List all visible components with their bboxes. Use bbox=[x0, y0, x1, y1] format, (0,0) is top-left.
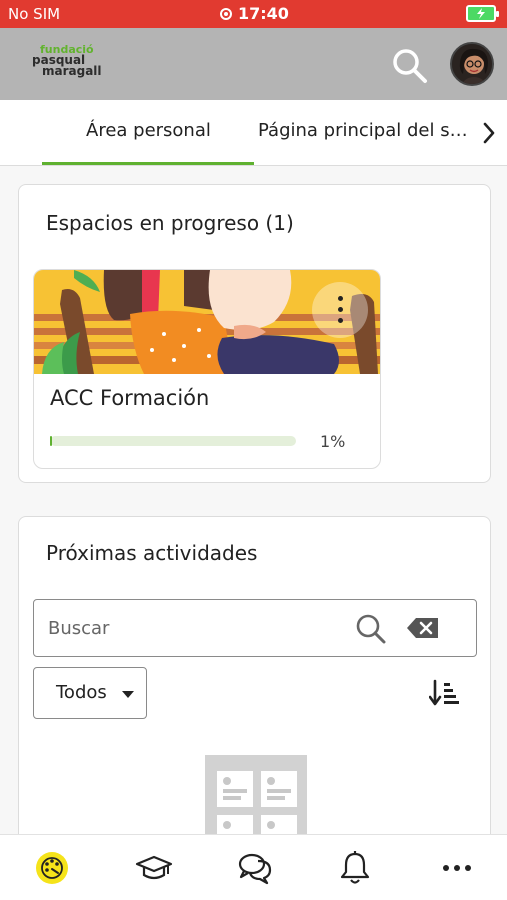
tab-pagina-principal[interactable]: Página principal del si... bbox=[258, 120, 468, 141]
search-icon[interactable] bbox=[354, 612, 388, 646]
alarm-icon bbox=[220, 7, 232, 20]
logo-line-3: maragall bbox=[42, 64, 102, 78]
clock: 17:40 bbox=[220, 4, 289, 23]
course-progress-bar bbox=[50, 436, 296, 446]
battery-icon bbox=[466, 5, 499, 22]
tab-area-personal[interactable]: Área personal bbox=[86, 120, 211, 141]
filter-select[interactable]: Todos bbox=[33, 667, 147, 719]
dashboard-content[interactable]: Espacios en progreso (1) ACC Formación 1… bbox=[0, 166, 507, 847]
dashboard-palette-icon[interactable] bbox=[33, 849, 71, 887]
carrier-label: No SIM bbox=[8, 5, 61, 23]
status-bar: No SIM 17:40 bbox=[0, 0, 507, 28]
app-header: fundació pasqual maragall bbox=[0, 28, 507, 100]
course-progress-fill bbox=[50, 436, 53, 446]
clear-input-icon[interactable] bbox=[406, 616, 440, 640]
user-avatar[interactable] bbox=[450, 42, 494, 86]
graduation-cap-icon[interactable] bbox=[135, 849, 173, 887]
search-icon[interactable] bbox=[390, 46, 430, 86]
chat-bubbles-icon[interactable] bbox=[236, 849, 274, 887]
in-progress-card: Espacios en progreso (1) ACC Formación 1… bbox=[18, 184, 491, 483]
tab-bar: Área personal Página principal del si... bbox=[0, 100, 507, 166]
active-tab-indicator bbox=[42, 162, 254, 165]
course-card[interactable]: ACC Formación 1% bbox=[33, 269, 381, 469]
section-title: Próximas actividades bbox=[46, 541, 258, 565]
bottom-navigation bbox=[0, 834, 507, 900]
search-input[interactable] bbox=[48, 614, 328, 642]
more-horizontal-icon[interactable] bbox=[438, 849, 476, 887]
section-title: Espacios en progreso (1) bbox=[46, 211, 294, 235]
time-label: 17:40 bbox=[238, 4, 289, 23]
chevron-right-icon[interactable] bbox=[478, 118, 500, 148]
upcoming-activities-card: Próximas actividades Todos bbox=[18, 516, 491, 847]
chevron-down-icon bbox=[122, 691, 134, 698]
course-name: ACC Formación bbox=[50, 386, 210, 410]
activities-search bbox=[33, 599, 477, 657]
course-progress-label: 1% bbox=[320, 432, 346, 451]
sort-descending-icon[interactable] bbox=[428, 677, 461, 709]
bell-icon[interactable] bbox=[336, 849, 374, 887]
more-vertical-icon[interactable] bbox=[312, 282, 368, 338]
filter-selected-label: Todos bbox=[56, 682, 107, 703]
fundacio-logo[interactable]: fundació pasqual maragall bbox=[32, 44, 102, 84]
